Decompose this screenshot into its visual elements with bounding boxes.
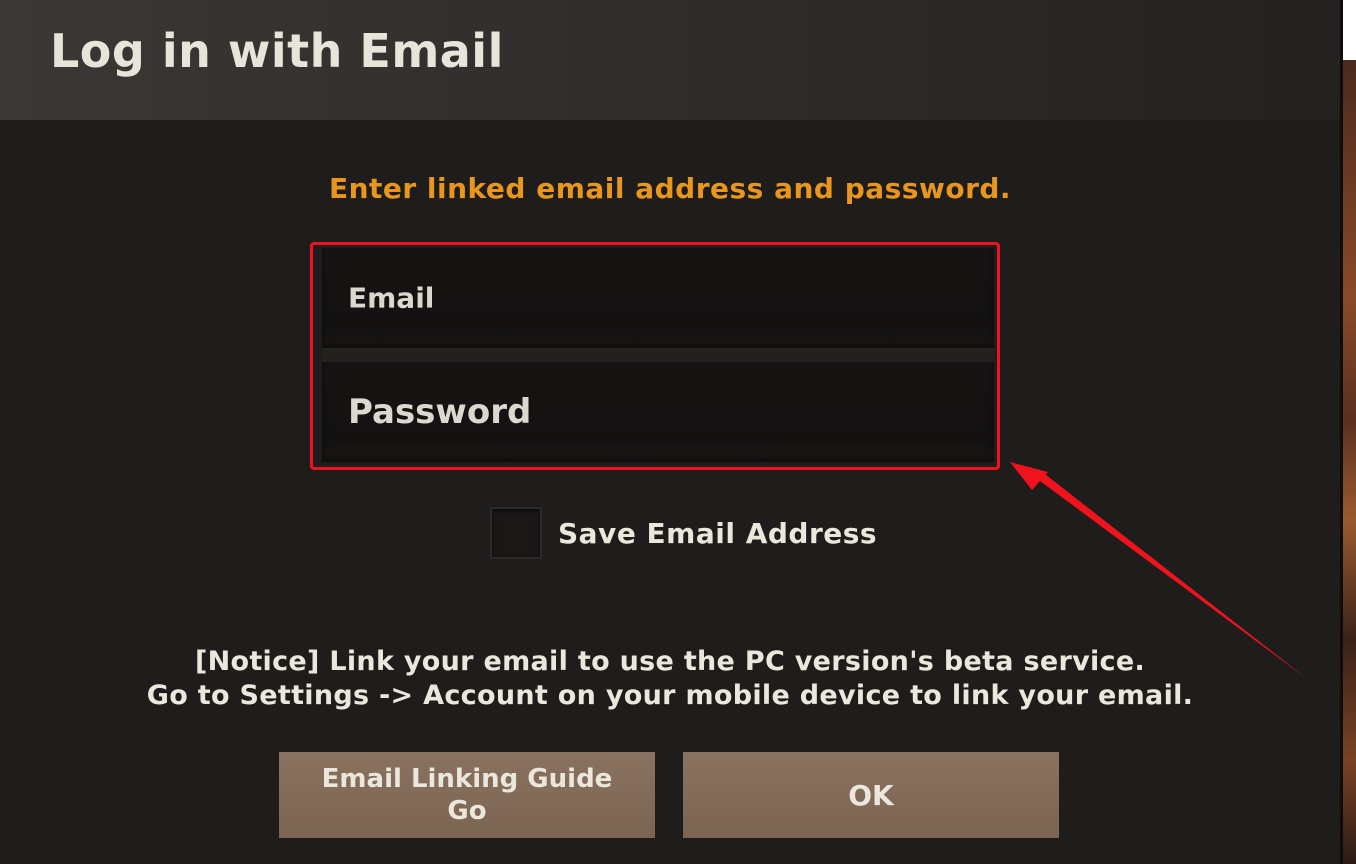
ok-button-label: OK <box>848 778 894 812</box>
dialog-header: Log in with Email <box>0 0 1340 120</box>
notice-line-2: Go to Settings -> Account on your mobile… <box>146 680 1194 711</box>
field-divider <box>322 348 994 362</box>
notice-line-1: [Notice] Link your email to use the PC v… <box>194 646 1146 677</box>
notice-text: [Notice] Link your email to use the PC v… <box>0 645 1340 713</box>
guide-button-line-1: Email Linking Guide <box>321 764 613 794</box>
credential-fields: Email Password <box>310 242 1000 470</box>
game-screen: Log in with Email Enter linked email add… <box>0 0 1356 864</box>
save-email-checkbox[interactable] <box>490 507 542 559</box>
email-login-dialog: Log in with Email Enter linked email add… <box>0 0 1340 864</box>
ok-button[interactable]: OK <box>683 752 1059 838</box>
game-background-strip <box>1340 0 1356 864</box>
email-placeholder: Email <box>348 281 435 315</box>
instruction-text: Enter linked email address and password. <box>328 172 1012 205</box>
save-email-row[interactable]: Save Email Address <box>490 505 877 561</box>
password-placeholder: Password <box>348 392 532 432</box>
email-linking-guide-button[interactable]: Email Linking Guide Go <box>279 752 655 838</box>
email-input[interactable]: Email <box>322 248 994 348</box>
save-email-label: Save Email Address <box>558 516 878 550</box>
dialog-title: Log in with Email <box>50 24 504 78</box>
password-input[interactable]: Password <box>322 362 994 462</box>
guide-button-line-2: Go <box>447 796 487 826</box>
